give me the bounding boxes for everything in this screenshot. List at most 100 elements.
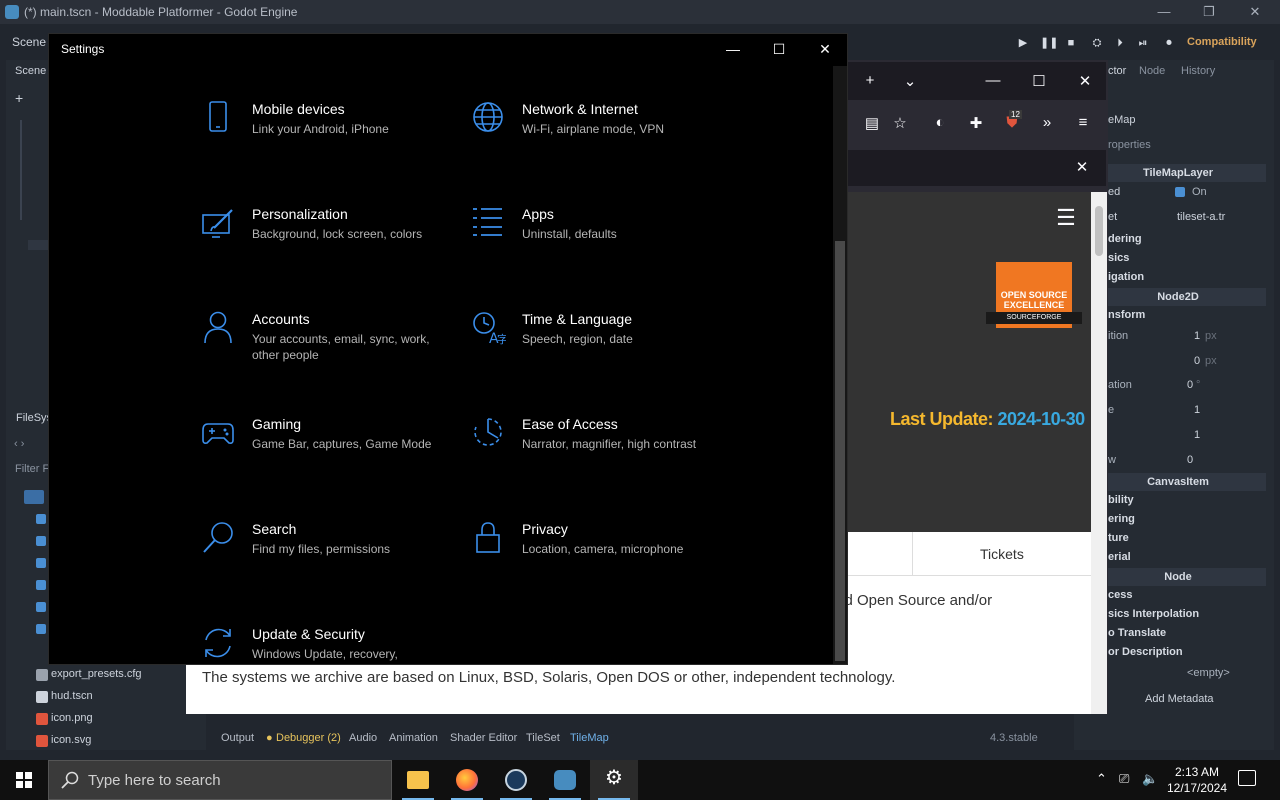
nav-back-icon[interactable]: ‹ › — [14, 438, 24, 450]
hamburger-menu-icon[interactable]: ≡ — [1075, 114, 1091, 131]
taskbar-settings[interactable]: ⚙ — [590, 760, 638, 800]
minimize-icon[interactable]: — — [723, 40, 743, 58]
taskbar-file-explorer[interactable] — [394, 760, 442, 800]
play-icon[interactable]: ▶ — [1016, 36, 1030, 50]
scene-tab[interactable]: Scene — [15, 65, 46, 77]
settings-network[interactable]: Network & Internet Wi-Fi, airplane mode,… — [472, 101, 722, 171]
inspector-tab[interactable]: ctor — [1108, 65, 1126, 77]
show-hidden-icons-icon[interactable]: ⌃ — [1096, 771, 1107, 787]
container-icon[interactable]: ◐ — [931, 114, 949, 131]
close-notification-icon[interactable]: ✕ — [1074, 158, 1090, 176]
scale-y-value[interactable]: 1 — [1194, 429, 1200, 441]
tab-animation[interactable]: Animation — [389, 732, 438, 744]
tab-audio[interactable]: Audio — [349, 732, 377, 744]
folder-icon[interactable] — [36, 558, 46, 568]
notifications-icon[interactable] — [1238, 770, 1256, 786]
settings-accounts[interactable]: Accounts Your accounts, email, sync, wor… — [202, 311, 452, 381]
file-item[interactable]: icon.svg — [51, 734, 91, 746]
minimize-icon[interactable]: — — [985, 72, 1001, 89]
inspector-category[interactable]: nsform — [1108, 309, 1145, 321]
settings-scrollbar[interactable] — [833, 66, 847, 664]
tab-shader-editor[interactable]: Shader Editor — [450, 732, 517, 744]
inspector-category[interactable]: erial — [1108, 551, 1131, 563]
remote-debug-icon[interactable]: ⛭ — [1090, 36, 1104, 50]
scrollbar-thumb[interactable] — [835, 241, 845, 661]
file-item[interactable]: icon.png — [51, 712, 93, 724]
inspector-category[interactable]: or Description — [1108, 646, 1183, 658]
inspector-category[interactable]: ture — [1108, 532, 1129, 544]
inspector-category[interactable]: dering — [1108, 233, 1142, 245]
section-header[interactable]: TileMapLayer — [1090, 164, 1266, 182]
folder-icon[interactable] — [36, 514, 46, 524]
play-scene-icon[interactable]: ⏵ — [1113, 36, 1127, 50]
position-x-value[interactable]: 1 — [1194, 330, 1200, 342]
scrollbar-thumb[interactable] — [1095, 206, 1103, 256]
folder-icon[interactable] — [36, 602, 46, 612]
folder-icon[interactable] — [24, 490, 44, 504]
checkbox-icon[interactable] — [1175, 187, 1185, 197]
position-y-value[interactable]: 0 — [1194, 355, 1200, 367]
play-custom-icon[interactable]: ⏯ — [1136, 36, 1150, 50]
tab-output[interactable]: Output — [221, 732, 254, 744]
inspector-category[interactable]: o Translate — [1108, 627, 1166, 639]
settings-personalization[interactable]: Personalization Background, lock screen,… — [202, 206, 452, 276]
folder-icon[interactable] — [36, 580, 46, 590]
tab-tilemap[interactable]: TileMap — [570, 732, 609, 744]
close-icon[interactable]: ✕ — [815, 40, 835, 58]
scale-x-value[interactable]: 1 — [1194, 404, 1200, 416]
filesystem-tab[interactable]: FileSys — [16, 412, 52, 424]
network-icon[interactable]: ⎚ — [1119, 771, 1129, 787]
movie-icon[interactable]: ⏺ — [1162, 36, 1176, 50]
browser-scrollbar[interactable] — [1091, 192, 1107, 714]
add-node-icon[interactable]: + — [15, 90, 23, 106]
reader-view-icon[interactable]: ▤ — [864, 114, 880, 132]
settings-gaming[interactable]: Gaming Game Bar, captures, Game Mode — [202, 416, 452, 486]
taskbar-steam[interactable] — [492, 760, 540, 800]
section-header[interactable]: Node — [1090, 568, 1266, 586]
renderer-select[interactable]: Compatibility — [1187, 36, 1257, 48]
page-menu-icon[interactable]: ☰ — [1054, 205, 1078, 231]
inspector-category[interactable]: bility — [1108, 494, 1134, 506]
tab-debugger[interactable]: Debugger (2) — [276, 732, 341, 744]
settings-search[interactable]: Search Find my files, permissions — [202, 521, 452, 591]
section-header[interactable]: Node2D — [1090, 288, 1266, 306]
inspector-category[interactable]: igation — [1108, 271, 1144, 283]
taskbar-firefox[interactable] — [443, 760, 491, 800]
enabled-value[interactable]: On — [1192, 186, 1207, 198]
rotation-value[interactable]: 0 — [1187, 379, 1193, 391]
close-icon[interactable]: ✕ — [1246, 3, 1264, 21]
node-tab[interactable]: Node — [1139, 65, 1165, 77]
volume-icon[interactable]: 🔈 — [1142, 771, 1158, 787]
editor-description-value[interactable]: <empty> — [1187, 667, 1230, 679]
tickets-tab[interactable]: Tickets — [980, 546, 1024, 562]
settings-update-security[interactable]: Update & Security Windows Update, recove… — [202, 626, 452, 664]
tileset-value[interactable]: tileset-a.tr — [1177, 211, 1225, 223]
section-header[interactable]: CanvasItem — [1090, 473, 1266, 491]
inspector-category[interactable]: cess — [1108, 589, 1132, 601]
restore-icon[interactable]: ❐ — [1200, 3, 1218, 21]
settings-ease-of-access[interactable]: Ease of Access Narrator, magnifier, high… — [472, 416, 722, 486]
settings-apps[interactable]: Apps Uninstall, defaults — [472, 206, 722, 276]
skew-value[interactable]: 0 — [1187, 454, 1193, 466]
inspector-category[interactable]: sics Interpolation — [1108, 608, 1199, 620]
inspector-category[interactable]: ering — [1108, 513, 1135, 525]
taskbar-clock[interactable]: 2:13 AM 12/17/2024 — [1166, 764, 1228, 796]
maximize-icon[interactable]: ☐ — [1031, 72, 1047, 90]
settings-mobile-devices[interactable]: Mobile devices Link your Android, iPhone — [202, 101, 452, 171]
tab-tileset[interactable]: TileSet — [526, 732, 560, 744]
settings-time-language[interactable]: A字 Time & Language Speech, region, date — [472, 311, 722, 381]
taskbar-godot[interactable] — [541, 760, 589, 800]
scene-menu[interactable]: Scene — [12, 35, 46, 49]
start-button[interactable] — [0, 760, 48, 800]
node-select[interactable]: eMap — [1108, 114, 1136, 126]
pause-icon[interactable]: ❚❚ — [1040, 36, 1058, 50]
new-tab-icon[interactable]: + — [862, 72, 878, 89]
maximize-icon[interactable]: ☐ — [769, 40, 789, 58]
minimize-icon[interactable]: — — [1155, 3, 1173, 21]
add-metadata-button[interactable]: Add Metadata — [1145, 693, 1214, 705]
settings-privacy[interactable]: Privacy Location, camera, microphone — [472, 521, 722, 591]
extensions-icon[interactable]: ✚ — [968, 114, 984, 132]
filter-properties-input[interactable]: roperties — [1108, 139, 1151, 151]
filter-files-input[interactable]: Filter Fi — [15, 463, 52, 475]
folder-icon[interactable] — [36, 624, 46, 634]
